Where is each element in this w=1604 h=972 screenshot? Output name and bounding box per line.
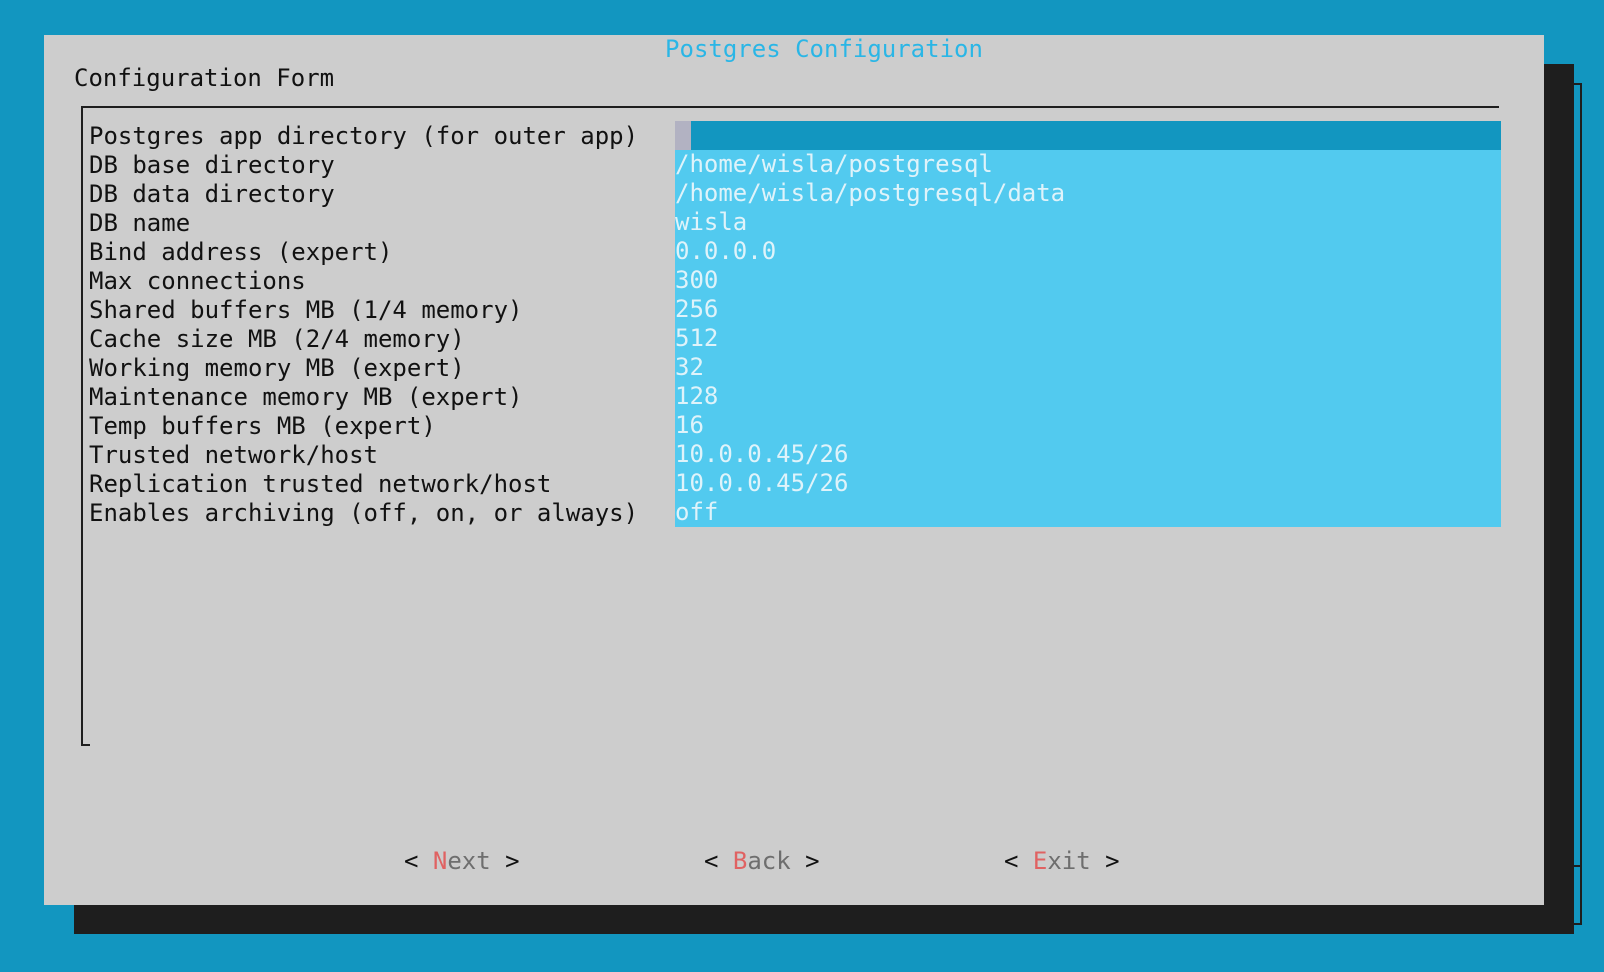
form-box-border-foot bbox=[81, 744, 90, 746]
field-label: Enables archiving (off, on, or always) bbox=[89, 498, 639, 527]
max-connections-input[interactable]: 300 bbox=[675, 266, 1501, 295]
button-bracket: > bbox=[490, 847, 520, 875]
shared-buffers-input[interactable]: 256 bbox=[675, 295, 1501, 324]
field-row-maintenance-memory: Maintenance memory MB (expert) 128 bbox=[89, 382, 1501, 411]
button-bracket: < bbox=[404, 847, 433, 875]
trusted-network-input[interactable]: 10.0.0.45/26 bbox=[675, 440, 1501, 469]
field-label: Postgres app directory (for outer app) bbox=[89, 121, 639, 150]
replication-network-input[interactable]: 10.0.0.45/26 bbox=[675, 469, 1501, 498]
field-label: DB data directory bbox=[89, 179, 335, 208]
text-cursor bbox=[675, 121, 691, 150]
field-label: Bind address (expert) bbox=[89, 237, 393, 266]
field-label: Replication trusted network/host bbox=[89, 469, 552, 498]
archiving-input[interactable]: off bbox=[675, 498, 1501, 527]
field-row-trusted-network: Trusted network/host 10.0.0.45/26 bbox=[89, 440, 1501, 469]
field-row-temp-buffers: Temp buffers MB (expert) 16 bbox=[89, 411, 1501, 440]
button-bracket: > bbox=[790, 847, 820, 875]
button-bracket: < bbox=[1004, 847, 1033, 875]
dialog-border-bottom bbox=[104, 923, 1582, 925]
form-box-border-left bbox=[81, 106, 83, 746]
back-hotkey: B bbox=[732, 847, 748, 875]
field-label: Maintenance memory MB (expert) bbox=[89, 382, 523, 411]
field-row-db-name: DB name wisla bbox=[89, 208, 1501, 237]
field-row-replication-network: Replication trusted network/host 10.0.0.… bbox=[89, 469, 1501, 498]
next-label: ext bbox=[447, 847, 491, 875]
field-row-app-directory: Postgres app directory (for outer app) bbox=[89, 121, 1501, 150]
form-fields: Postgres app directory (for outer app) D… bbox=[89, 121, 1501, 527]
button-bracket: > bbox=[1090, 847, 1120, 875]
button-bracket: < bbox=[704, 847, 733, 875]
field-row-shared-buffers: Shared buffers MB (1/4 memory) 256 bbox=[89, 295, 1501, 324]
field-row-working-memory: Working memory MB (expert) 32 bbox=[89, 353, 1501, 382]
field-row-archiving: Enables archiving (off, on, or always) o… bbox=[89, 498, 1501, 527]
back-label: ack bbox=[747, 847, 791, 875]
field-row-base-directory: DB base directory /home/wisla/postgresql bbox=[89, 150, 1501, 179]
dialog-title: Postgres Configuration bbox=[665, 35, 983, 63]
cache-size-input[interactable]: 512 bbox=[675, 324, 1501, 353]
next-hotkey: N bbox=[432, 847, 448, 875]
field-label: Cache size MB (2/4 memory) bbox=[89, 324, 465, 353]
form-box-border-top bbox=[81, 106, 1499, 108]
app-directory-input[interactable] bbox=[675, 121, 1501, 150]
field-label: Temp buffers MB (expert) bbox=[89, 411, 436, 440]
bind-address-input[interactable]: 0.0.0.0 bbox=[675, 237, 1501, 266]
field-label: Max connections bbox=[89, 266, 306, 295]
field-label: Working memory MB (expert) bbox=[89, 353, 465, 382]
data-directory-input[interactable]: /home/wisla/postgresql/data bbox=[675, 179, 1501, 208]
dialog-border-tick bbox=[1574, 865, 1582, 867]
field-row-max-connections: Max connections 300 bbox=[89, 266, 1501, 295]
base-directory-input[interactable]: /home/wisla/postgresql bbox=[675, 150, 1501, 179]
working-memory-input[interactable]: 32 bbox=[675, 353, 1501, 382]
exit-label: xit bbox=[1047, 847, 1091, 875]
field-row-bind-address: Bind address (expert) 0.0.0.0 bbox=[89, 237, 1501, 266]
exit-hotkey: E bbox=[1032, 847, 1048, 875]
form-label: Configuration Form bbox=[74, 64, 335, 92]
dialog-border-right bbox=[1580, 83, 1582, 924]
db-name-input[interactable]: wisla bbox=[675, 208, 1501, 237]
dialog-border-tick bbox=[1574, 83, 1582, 85]
temp-buffers-input[interactable]: 16 bbox=[675, 411, 1501, 440]
field-row-cache-size: Cache size MB (2/4 memory) 512 bbox=[89, 324, 1501, 353]
next-button[interactable]: < Next > bbox=[404, 847, 520, 875]
field-label: Trusted network/host bbox=[89, 440, 378, 469]
field-label: DB base directory bbox=[89, 150, 335, 179]
exit-button[interactable]: < Exit > bbox=[1004, 847, 1120, 875]
maintenance-memory-input[interactable]: 128 bbox=[675, 382, 1501, 411]
field-label: Shared buffers MB (1/4 memory) bbox=[89, 295, 523, 324]
back-button[interactable]: < Back > bbox=[704, 847, 820, 875]
field-label: DB name bbox=[89, 208, 191, 237]
field-row-data-directory: DB data directory /home/wisla/postgresql… bbox=[89, 179, 1501, 208]
